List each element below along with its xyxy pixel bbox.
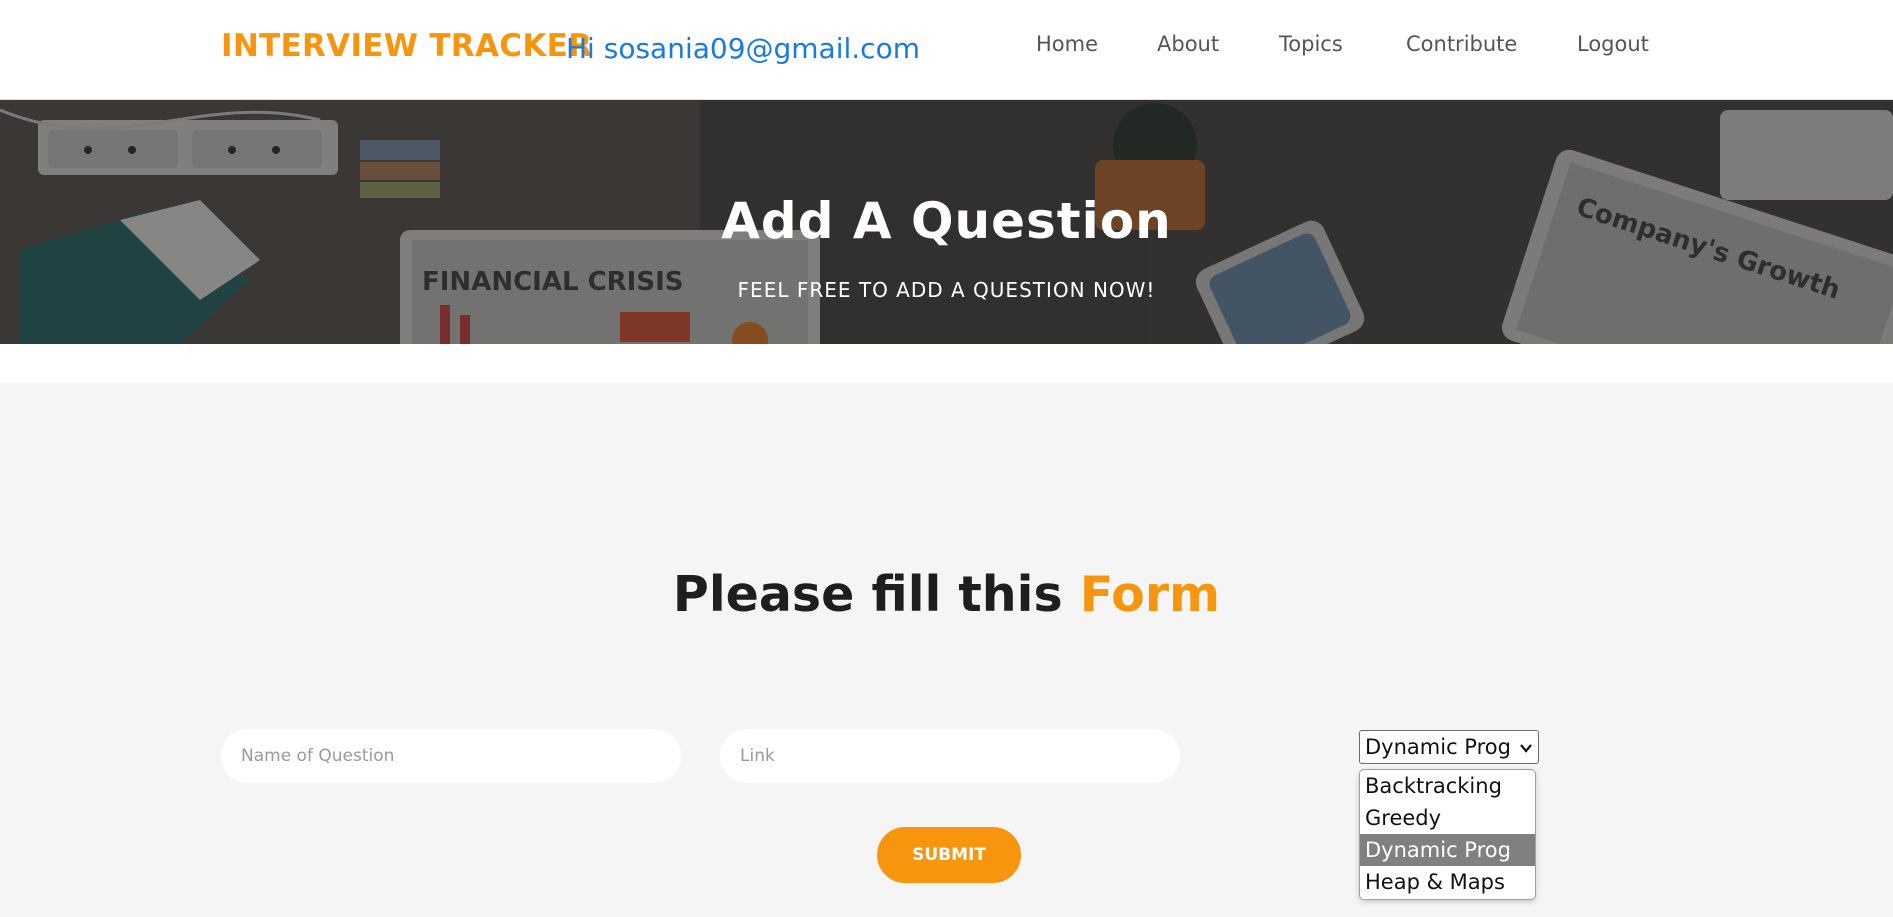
topic-option-dynamic-prog[interactable]: Dynamic Prog bbox=[1360, 834, 1535, 866]
nav-home-link[interactable]: Home bbox=[1036, 32, 1098, 56]
question-name-input[interactable] bbox=[221, 729, 681, 783]
nav-topics-link[interactable]: Topics bbox=[1279, 32, 1343, 56]
hero-title: Add A Question bbox=[721, 192, 1172, 250]
form-heading-accent: Form bbox=[1079, 566, 1221, 623]
navbar: INTERVIEW TRACKER Hi sosania09@gmail.com… bbox=[0, 0, 1893, 100]
add-question-form-section: Please fill this Form Dynamic Prog Backt… bbox=[0, 383, 1893, 917]
nav-contribute-link[interactable]: Contribute bbox=[1406, 32, 1517, 56]
nav-about-link[interactable]: About bbox=[1157, 32, 1219, 56]
question-link-input[interactable] bbox=[720, 729, 1180, 783]
topic-option-greedy[interactable]: Greedy bbox=[1360, 802, 1535, 834]
topic-select-value: Dynamic Prog bbox=[1365, 735, 1511, 759]
hero-subtitle: FEEL FREE TO ADD A QUESTION NOW! bbox=[737, 278, 1156, 302]
hero-banner: FINANCIAL CRISIS Company's Growth Add A … bbox=[0, 100, 1893, 344]
main-nav: Home About Topics Contribute Logout bbox=[0, 32, 1893, 62]
topic-option-backtracking[interactable]: Backtracking bbox=[1360, 770, 1535, 802]
form-heading: Please fill this Form bbox=[0, 566, 1893, 623]
topic-option-heap-maps[interactable]: Heap & Maps bbox=[1360, 866, 1535, 898]
topic-select-dropdown: Backtracking Greedy Dynamic Prog Heap & … bbox=[1359, 769, 1536, 900]
nav-logout-link[interactable]: Logout bbox=[1577, 32, 1649, 56]
submit-button[interactable]: SUBMIT bbox=[877, 827, 1021, 883]
chevron-down-icon bbox=[1520, 744, 1532, 753]
topic-select[interactable]: Dynamic Prog bbox=[1359, 730, 1539, 764]
form-heading-main: Please fill this bbox=[672, 566, 1080, 623]
